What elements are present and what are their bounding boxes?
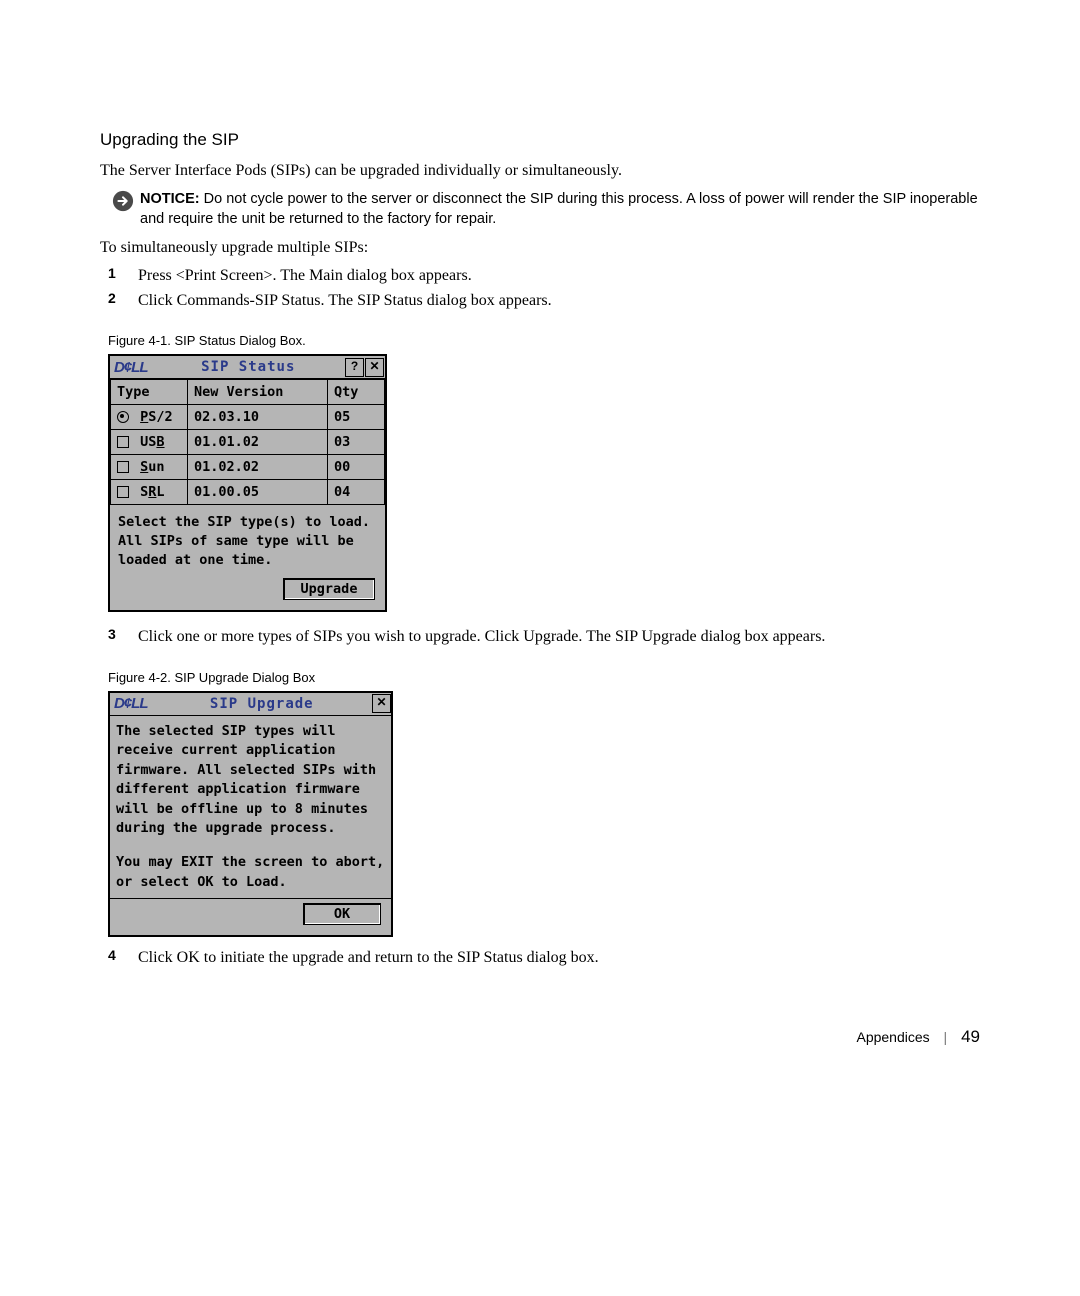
type-cell[interactable]: PS/2	[111, 405, 188, 430]
dialog-titlebar: D¢LL SIP Upgrade ✕	[110, 693, 391, 716]
version-cell: 02.03.10	[188, 405, 328, 430]
footer-separator: |	[944, 1029, 948, 1045]
col-qty: Qty	[328, 380, 385, 405]
footer-section: Appendices	[856, 1029, 929, 1045]
table-row[interactable]: USB01.01.0203	[111, 430, 385, 455]
help-button[interactable]: ?	[345, 358, 364, 377]
col-version: New Version	[188, 380, 328, 405]
steps-1-2: 1 Press <Print Screen>. The Main dialog …	[100, 265, 980, 311]
notice-body: Do not cycle power to the server or disc…	[140, 191, 978, 227]
upgrade-button[interactable]: Upgrade	[283, 578, 375, 600]
sip-upgrade-dialog: D¢LL SIP Upgrade ✕ The selected SIP type…	[108, 691, 393, 938]
dell-logo: D¢LL	[110, 695, 152, 712]
section-title: Upgrading the SIP	[100, 130, 980, 150]
notice-label: NOTICE:	[140, 191, 200, 207]
dialog-titlebar: D¢LL SIP Status ? ✕	[110, 356, 385, 379]
close-button[interactable]: ✕	[365, 358, 384, 377]
notice-text: NOTICE: Do not cycle power to the server…	[140, 190, 980, 229]
lead-in: To simultaneously upgrade multiple SIPs:	[100, 239, 980, 257]
step-number: 4	[100, 947, 138, 969]
type-cell[interactable]: SRL	[111, 480, 188, 505]
page-number: 49	[961, 1027, 980, 1046]
step-number: 3	[100, 626, 138, 648]
version-cell: 01.02.02	[188, 455, 328, 480]
close-button[interactable]: ✕	[372, 694, 391, 713]
dell-logo: D¢LL	[110, 359, 152, 376]
type-cell[interactable]: Sun	[111, 455, 188, 480]
sip-status-table: Type New Version Qty PS/202.03.1005 USB0…	[110, 379, 385, 505]
step-number: 1	[100, 265, 138, 287]
figure2-caption: Figure 4-2. SIP Upgrade Dialog Box	[108, 670, 980, 685]
notice-block: NOTICE: Do not cycle power to the server…	[112, 190, 980, 229]
table-row[interactable]: Sun01.02.0200	[111, 455, 385, 480]
version-cell: 01.01.02	[188, 430, 328, 455]
page-footer: Appendices | 49	[100, 1027, 980, 1047]
notice-icon	[112, 190, 134, 212]
intro-text: The Server Interface Pods (SIPs) can be …	[100, 162, 980, 180]
step-text: Click Commands-SIP Status. The SIP Statu…	[138, 290, 552, 312]
dialog-message: Select the SIP type(s) to load. All SIPs…	[110, 505, 385, 574]
table-header-row: Type New Version Qty	[111, 380, 385, 405]
step-4: 4 Click OK to initiate the upgrade and r…	[100, 947, 980, 969]
step-number: 2	[100, 290, 138, 312]
list-item: 3 Click one or more types of SIPs you wi…	[100, 626, 980, 648]
step-text: Press <Print Screen>. The Main dialog bo…	[138, 265, 472, 287]
table-row[interactable]: SRL01.00.0504	[111, 480, 385, 505]
table-row[interactable]: PS/202.03.1005	[111, 405, 385, 430]
qty-cell: 03	[328, 430, 385, 455]
step-text: Click one or more types of SIPs you wish…	[138, 626, 825, 648]
checkbox-icon[interactable]	[117, 461, 129, 473]
radio-icon[interactable]	[117, 411, 129, 423]
step-3: 3 Click one or more types of SIPs you wi…	[100, 626, 980, 648]
qty-cell: 04	[328, 480, 385, 505]
type-cell[interactable]: USB	[111, 430, 188, 455]
figure1-caption: Figure 4-1. SIP Status Dialog Box.	[108, 333, 980, 348]
dialog-body: The selected SIP types will receive curr…	[110, 716, 391, 895]
version-cell: 01.00.05	[188, 480, 328, 505]
checkbox-icon[interactable]	[117, 436, 129, 448]
list-item: 1 Press <Print Screen>. The Main dialog …	[100, 265, 980, 287]
list-item: 2 Click Commands-SIP Status. The SIP Sta…	[100, 290, 980, 312]
upgrade-warning-2: You may EXIT the screen to abort, or sel…	[116, 853, 385, 892]
checkbox-icon[interactable]	[117, 486, 129, 498]
qty-cell: 00	[328, 455, 385, 480]
ok-button[interactable]: OK	[303, 903, 381, 925]
upgrade-warning-1: The selected SIP types will receive curr…	[116, 722, 385, 839]
dialog-title: SIP Upgrade	[152, 696, 373, 712]
qty-cell: 05	[328, 405, 385, 430]
sip-status-dialog: D¢LL SIP Status ? ✕ Type New Version Qty…	[108, 354, 387, 612]
col-type: Type	[111, 380, 188, 405]
dialog-title: SIP Status	[152, 359, 346, 375]
step-text: Click OK to initiate the upgrade and ret…	[138, 947, 599, 969]
list-item: 4 Click OK to initiate the upgrade and r…	[100, 947, 980, 969]
